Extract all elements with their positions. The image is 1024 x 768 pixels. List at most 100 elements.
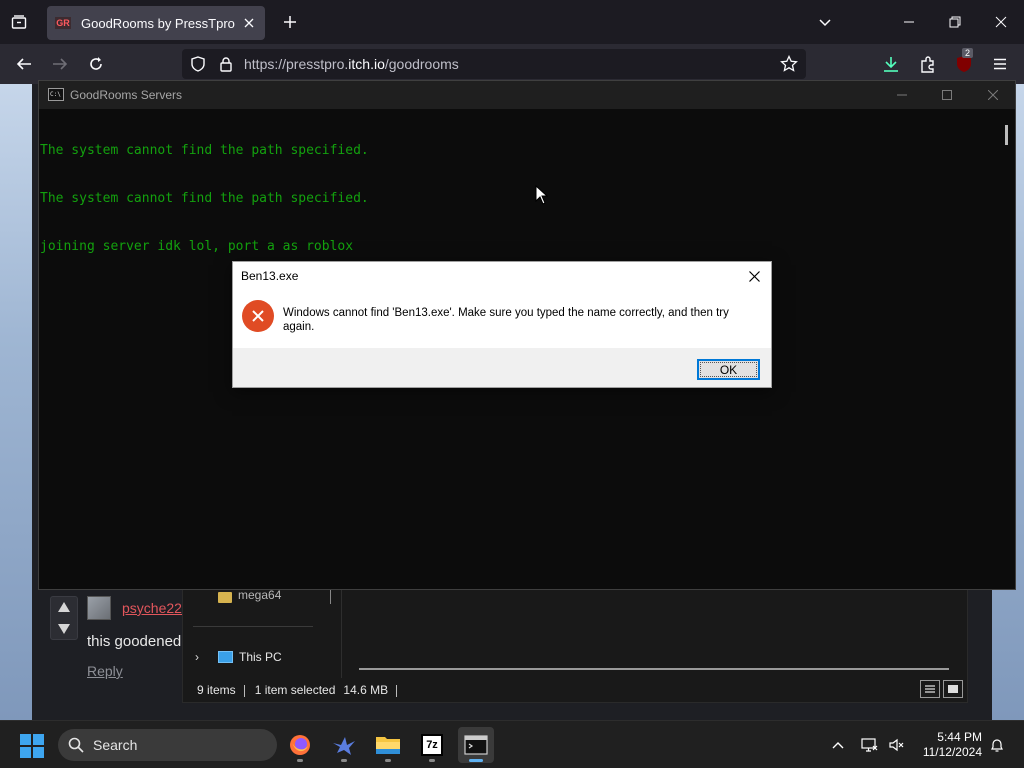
taskbar-clock[interactable]: 5:44 PM 11/12/2024 [912,730,982,760]
nav-pane-divider[interactable] [341,586,342,678]
console-titlebar[interactable]: C:\ GoodRooms Servers [39,81,1015,109]
dialog-titlebar[interactable]: Ben13.exe [233,262,771,290]
dialog-content: Windows cannot find 'Ben13.exe'. Make su… [233,290,771,348]
chevron-down-icon [819,19,831,27]
plus-icon [284,16,296,28]
list-all-tabs-button[interactable] [6,10,32,34]
forward-button[interactable] [47,52,73,76]
back-button[interactable] [11,52,37,76]
tab-title: GoodRooms by PressTpro [81,15,235,31]
taskbar-app-file-explorer[interactable] [370,727,406,763]
mouse-cursor-icon [535,185,549,205]
error-dialog: Ben13.exe Windows cannot find 'Ben13.exe… [232,261,772,388]
nav-separator [193,626,313,627]
explorer-status-bar: 9 items 1 item selected 14.6 MB [197,683,407,697]
error-x-icon [252,310,264,322]
browser-tabstrip: GR GoodRooms by PressTpro [0,0,1024,44]
new-tab-button[interactable] [278,10,302,34]
network-status-button[interactable] [860,735,880,755]
hamburger-menu-icon [994,58,1006,70]
comment-reply-link[interactable]: Reply [87,663,123,679]
large-icons-view-icon [948,685,958,693]
taskbar-search-box[interactable]: Search [58,729,277,761]
close-window-button[interactable] [989,10,1013,34]
lock-icon[interactable] [219,56,233,72]
chevron-up-icon [832,742,844,749]
reload-button[interactable] [83,52,109,76]
large-icons-view-button[interactable] [943,680,963,698]
close-icon [988,90,998,100]
extensions-button[interactable] [915,52,941,76]
ublock-extension-button[interactable]: 2 [951,48,977,76]
arrow-left-icon [16,58,31,70]
search-icon [68,737,84,753]
nav-item-this-pc[interactable]: This PC [239,650,282,664]
ok-button[interactable]: OK [697,359,760,380]
downloads-button[interactable] [878,52,904,76]
clock-time: 5:44 PM [937,730,982,744]
nav-folder-label[interactable]: mega64 [238,588,281,602]
taskbar-app-firefox[interactable] [282,727,318,763]
console-minimize-button[interactable] [892,85,912,105]
start-button[interactable] [20,734,44,758]
console-scrollbar-thumb[interactable] [1005,125,1008,145]
details-view-button[interactable] [920,680,940,698]
close-icon [995,16,1007,28]
volume-button[interactable] [886,735,906,755]
url-text[interactable]: https://presstpro.itch.io/goodrooms [244,56,459,72]
clock-date: 11/12/2024 [922,745,982,759]
running-indicator [341,759,347,762]
app-menu-button[interactable] [987,52,1013,76]
running-indicator [469,759,483,762]
dialog-message: Windows cannot find 'Ben13.exe'. Make su… [283,307,729,333]
console-line: The system cannot find the path specifie… [40,143,369,158]
bird-app-icon [333,737,355,755]
tracking-shield-icon[interactable] [190,56,206,72]
url-domain: itch.io [348,56,385,72]
file-explorer-icon [376,737,400,754]
maximize-icon [942,90,952,100]
arrow-right-icon [53,58,68,70]
url-bar[interactable]: https://presstpro.itch.io/goodrooms [182,49,806,79]
volume-muted-icon [889,738,904,752]
comment-author-link[interactable]: psyche221 [122,600,190,616]
close-icon [244,18,254,28]
downvote-icon[interactable] [57,623,71,635]
status-separator [396,684,398,697]
dialog-close-button[interactable] [745,267,763,285]
windows-logo-icon [20,734,31,745]
download-icon [884,57,898,72]
error-icon [242,300,274,332]
console-close-button[interactable] [983,85,1003,105]
horizontal-scrollbar[interactable] [359,668,949,670]
expand-chevron-icon[interactable]: › [195,650,199,664]
search-label: Search [93,737,138,753]
windows-logo-icon [33,734,44,745]
network-disconnected-icon [861,738,878,752]
taskbar-app-bird[interactable] [326,727,362,763]
pane-splitter[interactable] [330,588,331,604]
7zip-icon: 7z [421,734,443,756]
show-hidden-icons-button[interactable] [828,735,848,755]
minimize-icon [904,21,914,23]
status-item-count: 9 items [197,683,236,697]
tab-overflow-button[interactable] [813,10,837,34]
comment-avatar[interactable] [87,596,111,620]
tab-close-button[interactable] [241,15,257,31]
console-line: The system cannot find the path specifie… [40,191,369,206]
tab-goodrooms[interactable]: GR GoodRooms by PressTpro [47,6,265,40]
notifications-button[interactable] [987,735,1007,755]
status-selection: 1 item selected [254,683,336,697]
comment-body: this goodened [87,633,182,650]
minimize-icon [897,94,907,96]
minimize-button[interactable] [897,10,921,34]
restore-button[interactable] [943,10,967,34]
extension-badge: 2 [962,48,974,58]
status-separator [243,684,245,697]
taskbar-app-7zip[interactable]: 7z [414,727,450,763]
upvote-icon[interactable] [57,601,71,613]
bookmark-star-icon[interactable] [780,55,798,73]
taskbar-app-terminal[interactable] [458,727,494,763]
console-maximize-button[interactable] [937,85,957,105]
windows-logo-icon [33,747,44,758]
